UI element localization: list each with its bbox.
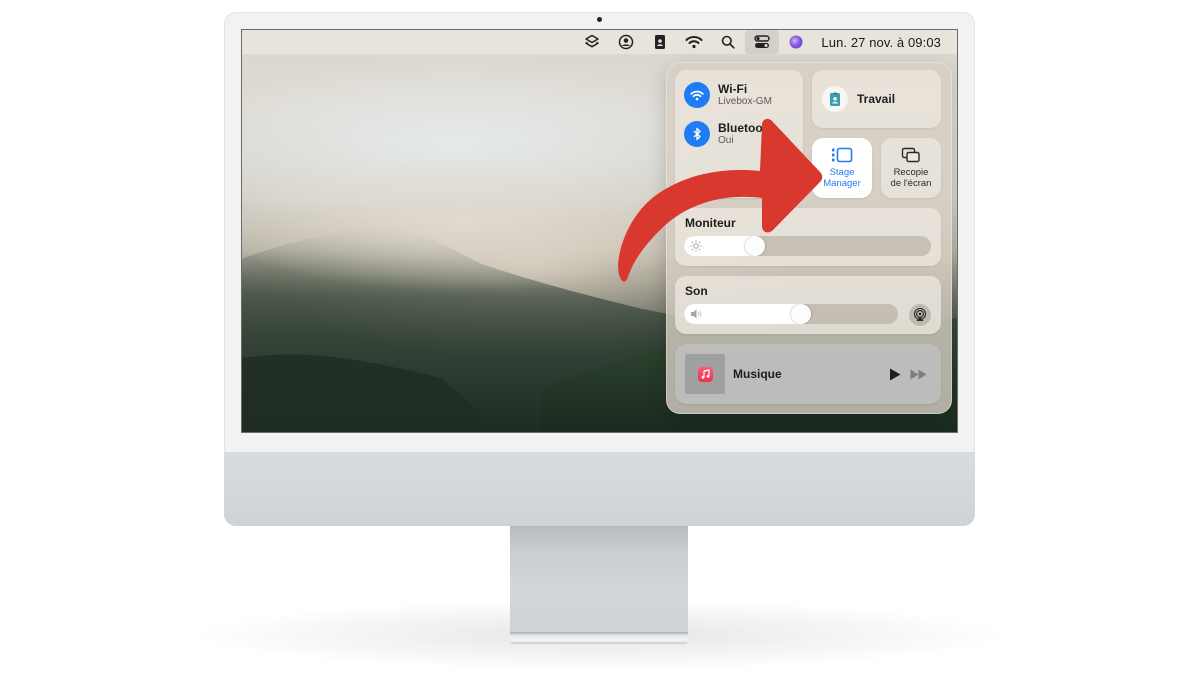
contact-card-icon[interactable] <box>643 30 677 54</box>
menu-bar: Lun. 27 nov. à 09:03 <box>242 30 957 54</box>
music-app-icon <box>697 366 713 382</box>
now-playing-label: Musique <box>733 367 782 381</box>
menu-bar-clock[interactable]: Lun. 27 nov. à 09:03 <box>821 35 941 50</box>
screen-mirroring-button[interactable]: Recopie de l'écran <box>881 138 941 198</box>
stage-manager-icon <box>832 147 853 163</box>
control-center-icon[interactable] <box>745 30 780 54</box>
imac-stand <box>510 526 688 636</box>
user-account-icon[interactable] <box>609 30 643 54</box>
imac-chin <box>224 452 975 526</box>
search-icon[interactable] <box>711 30 745 54</box>
play-icon <box>890 368 901 380</box>
wifi-title: Wi-Fi <box>718 81 748 96</box>
stage-manager-label-line1: Stage <box>829 167 855 178</box>
volume-slider[interactable] <box>684 304 898 324</box>
now-playing-tile[interactable]: Musique <box>675 344 941 404</box>
album-artwork <box>685 354 725 394</box>
work-focus-icon <box>822 86 848 112</box>
imac-stand-foot <box>510 632 688 644</box>
shortcuts-icon[interactable] <box>575 30 609 54</box>
wifi-icon[interactable] <box>677 30 711 54</box>
screen-mirroring-label-line1: Recopie <box>893 167 929 178</box>
siri-icon[interactable] <box>779 30 813 54</box>
annotation-arrow <box>618 118 823 282</box>
focus-label: Travail <box>857 92 896 106</box>
next-track-button[interactable] <box>909 366 929 382</box>
volume-slider-thumb[interactable] <box>790 304 811 324</box>
screen-mirroring-label-line2: de l'écran <box>890 178 932 189</box>
speaker-icon <box>691 309 702 319</box>
stage-manager-label: Stage Manager <box>823 167 861 189</box>
fast-forward-icon <box>910 369 927 379</box>
play-button[interactable] <box>887 366 903 382</box>
page: Lun. 27 nov. à 09:03 Wi-Fi Livebox-GM Bl… <box>0 0 1200 675</box>
annotation-arrow-shape <box>618 118 823 282</box>
screen-mirroring-icon <box>901 147 920 163</box>
airplay-audio-icon <box>913 308 927 321</box>
screen-mirroring-label: Recopie de l'écran <box>891 167 932 189</box>
stage-manager-label-line2: Manager <box>823 178 861 189</box>
airplay-audio-button[interactable] <box>909 304 931 326</box>
focus-tile[interactable]: Travail <box>812 70 941 128</box>
screen: Lun. 27 nov. à 09:03 Wi-Fi Livebox-GM Bl… <box>241 29 958 433</box>
camera-icon <box>597 17 602 22</box>
